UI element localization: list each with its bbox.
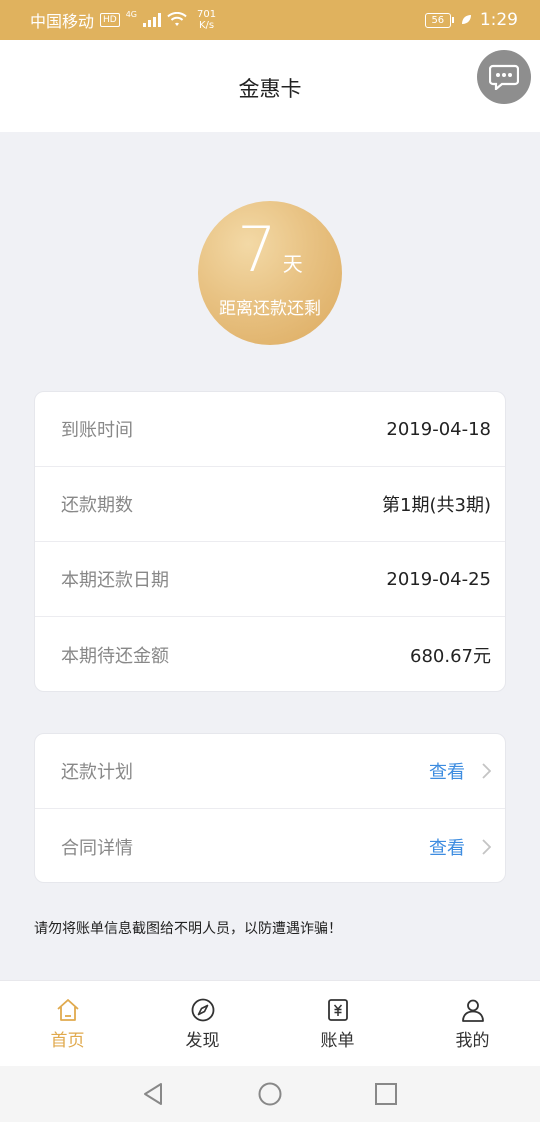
links-card: 还款计划 查看 合同详情 查看 — [34, 733, 506, 883]
row-label: 合同详情 — [61, 837, 133, 859]
row-label: 本期待还金额 — [61, 645, 169, 667]
nav-discover[interactable]: 发现 — [135, 981, 270, 1066]
speed-value: 701 — [197, 9, 217, 20]
user-icon — [461, 999, 484, 1022]
customer-service-button[interactable] — [477, 50, 531, 104]
nav-label: 账单 — [320, 1031, 355, 1051]
network-speed: 701 K/s — [197, 9, 216, 31]
row-label: 本期还款日期 — [61, 570, 169, 591]
row-label: 到账时间 — [61, 420, 133, 441]
nav-home[interactable]: 首页 — [0, 981, 135, 1066]
nav-profile[interactable]: 我的 — [405, 981, 540, 1066]
nav-label: 我的 — [455, 1031, 490, 1051]
signal-icon — [143, 13, 162, 27]
status-bar: 中国移动 HD 4G 701 K/s 56 1:29 — [0, 0, 540, 40]
network-type: 4G — [125, 9, 138, 19]
battery-level: 56 — [424, 12, 451, 28]
row-value: 2019-04-25 — [386, 568, 491, 590]
recents-square-icon[interactable] — [373, 1081, 399, 1107]
row-label: 还款计划 — [61, 762, 133, 783]
title-bar: 金惠卡 — [0, 40, 540, 132]
clock: 1:29 — [479, 10, 518, 30]
info-row-amount-due: 本期待还金额 680.67元 — [35, 617, 505, 692]
page-title: 金惠卡 — [238, 77, 302, 101]
row-value: 680.67元 — [410, 645, 491, 667]
days-remaining: 7 — [237, 213, 277, 286]
bottom-nav: 首页 发现 账单 我的 — [0, 980, 540, 1066]
chevron-right-icon — [482, 838, 491, 855]
chat-bubble-icon — [489, 64, 519, 90]
compass-icon — [191, 998, 214, 1022]
row-label: 还款期数 — [61, 495, 133, 516]
battery-icon: 56 — [424, 12, 454, 28]
hd-badge: HD — [100, 13, 120, 27]
view-repayment-plan-link[interactable]: 查看 — [429, 758, 465, 784]
countdown-label: 距离还款还剩 — [219, 299, 321, 319]
nav-bills[interactable]: 账单 — [270, 981, 405, 1066]
system-nav-bar — [0, 1066, 540, 1122]
nav-label: 首页 — [50, 1031, 85, 1051]
back-triangle-icon[interactable] — [141, 1081, 167, 1107]
home-icon — [56, 999, 79, 1021]
repayment-plan-row[interactable]: 还款计划 查看 — [35, 734, 505, 809]
chevron-right-icon — [482, 763, 491, 779]
view-contract-link[interactable]: 查看 — [429, 834, 465, 860]
speed-unit: K/s — [198, 20, 215, 31]
contract-details-row[interactable]: 合同详情 查看 — [35, 809, 505, 884]
row-value: 第1期(共3期) — [382, 495, 491, 516]
repayment-countdown: 7 天 距离还款还剩 — [198, 201, 342, 345]
info-row-arrival-time: 到账时间 2019-04-18 — [35, 392, 505, 467]
home-circle-icon[interactable] — [257, 1081, 283, 1107]
info-row-installment: 还款期数 第1期(共3期) — [35, 467, 505, 542]
days-unit: 天 — [282, 252, 303, 276]
row-value: 2019-04-18 — [386, 418, 491, 440]
nav-label: 发现 — [185, 1031, 220, 1051]
leaf-icon — [461, 15, 471, 24]
carrier-name: 中国移动 — [30, 12, 95, 31]
fraud-warning: 请勿将账单信息截图给不明人员，以防遭遇诈骗！ — [34, 921, 342, 937]
wifi-icon — [167, 12, 187, 26]
info-row-due-date: 本期还款日期 2019-04-25 — [35, 542, 505, 617]
repayment-info-card: 到账时间 2019-04-18 还款期数 第1期(共3期) 本期还款日期 201… — [34, 391, 506, 692]
bill-icon — [327, 999, 348, 1021]
